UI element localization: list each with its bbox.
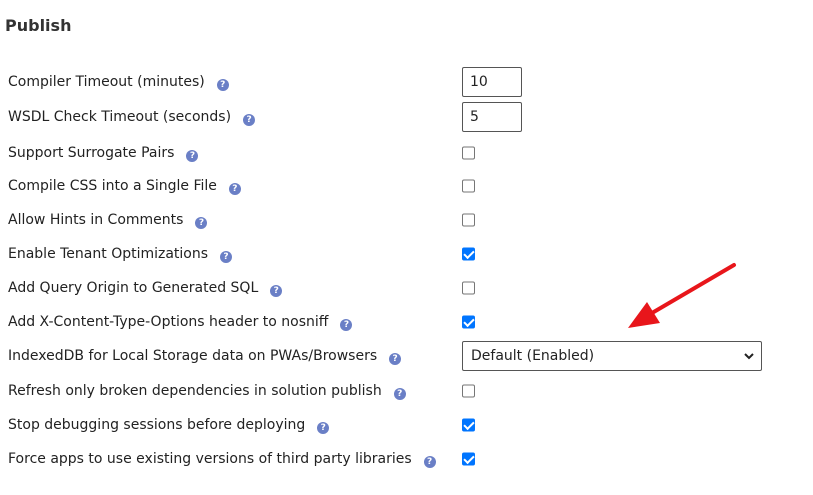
setting-label: Compiler Timeout (minutes) ?	[8, 74, 229, 91]
support-surrogate-pairs-checkbox[interactable]	[462, 146, 475, 160]
setting-label-text: Compiler Timeout (minutes)	[8, 74, 205, 90]
setting-label: Stop debugging sessions before deploying…	[8, 417, 330, 434]
help-icon[interactable]: ?	[423, 456, 436, 468]
help-icon[interactable]: ?	[216, 79, 229, 91]
setting-row-wsdl-check-timeout: WSDL Check Timeout (seconds) ?	[0, 100, 813, 134]
section-title: Publish	[5, 16, 72, 35]
setting-label: Allow Hints in Comments ?	[8, 212, 208, 229]
setting-label-text: Add Query Origin to Generated SQL	[8, 280, 259, 296]
setting-label-text: Add X-Content-Type-Options header to nos…	[8, 314, 329, 330]
help-icon[interactable]: ?	[195, 217, 208, 229]
help-icon[interactable]: ?	[389, 353, 402, 365]
wsdl-check-timeout-input[interactable]	[462, 102, 522, 132]
help-icon[interactable]: ?	[340, 319, 353, 331]
setting-row-tenant-optimizations: Enable Tenant Optimizations ?	[0, 237, 813, 271]
setting-row-indexeddb: IndexedDB for Local Storage data on PWAs…	[0, 339, 813, 373]
help-icon[interactable]: ?	[186, 150, 199, 162]
setting-label: Force apps to use existing versions of t…	[8, 451, 436, 468]
setting-row-allow-hints: Allow Hints in Comments ?	[0, 203, 813, 237]
chevron-down-icon	[744, 353, 754, 360]
setting-label: Compile CSS into a Single File ?	[8, 178, 241, 195]
setting-row-refresh-broken-deps: Refresh only broken dependencies in solu…	[0, 374, 813, 408]
setting-row-x-content-type-options: Add X-Content-Type-Options header to nos…	[0, 305, 813, 339]
help-icon[interactable]: ?	[228, 183, 241, 195]
setting-row-force-existing-versions: Force apps to use existing versions of t…	[0, 442, 813, 476]
setting-label-text: Compile CSS into a Single File	[8, 178, 217, 194]
indexeddb-select-value: Default (Enabled)	[471, 348, 595, 364]
query-origin-checkbox[interactable]	[462, 281, 475, 295]
setting-label: Refresh only broken dependencies in solu…	[8, 383, 406, 400]
compiler-timeout-input[interactable]	[462, 67, 522, 97]
setting-row-compiler-timeout: Compiler Timeout (minutes) ?	[0, 65, 813, 99]
help-icon[interactable]: ?	[243, 114, 256, 126]
setting-row-support-surrogate-pairs: Support Surrogate Pairs ?	[0, 136, 813, 170]
stop-debugging-checkbox[interactable]	[462, 418, 475, 432]
setting-label-text: Stop debugging sessions before deploying	[8, 417, 306, 433]
compile-css-checkbox[interactable]	[462, 179, 475, 193]
setting-label-text: WSDL Check Timeout (seconds)	[8, 109, 232, 125]
setting-row-query-origin: Add Query Origin to Generated SQL ?	[0, 271, 813, 305]
setting-label-text: IndexedDB for Local Storage data on PWAs…	[8, 348, 378, 364]
setting-label: Add Query Origin to Generated SQL ?	[8, 280, 283, 297]
help-icon[interactable]: ?	[393, 388, 406, 400]
setting-label-text: Force apps to use existing versions of t…	[8, 451, 412, 467]
setting-label: Add X-Content-Type-Options header to nos…	[8, 314, 353, 331]
help-icon[interactable]: ?	[317, 422, 330, 434]
setting-row-stop-debugging: Stop debugging sessions before deploying…	[0, 408, 813, 442]
setting-label: IndexedDB for Local Storage data on PWAs…	[8, 348, 402, 365]
refresh-broken-deps-checkbox[interactable]	[462, 384, 475, 398]
setting-label-text: Support Surrogate Pairs	[8, 145, 175, 161]
x-content-type-options-checkbox[interactable]	[462, 315, 475, 329]
setting-label-text: Refresh only broken dependencies in solu…	[8, 383, 382, 399]
setting-label: Support Surrogate Pairs ?	[8, 145, 199, 162]
help-icon[interactable]: ?	[270, 285, 283, 297]
indexeddb-select[interactable]: Default (Enabled)	[462, 341, 762, 371]
setting-label-text: Allow Hints in Comments	[8, 212, 184, 228]
help-icon[interactable]: ?	[220, 251, 233, 263]
setting-label-text: Enable Tenant Optimizations	[8, 246, 209, 262]
tenant-optimizations-checkbox[interactable]	[462, 247, 475, 261]
setting-label: WSDL Check Timeout (seconds) ?	[8, 109, 256, 126]
allow-hints-checkbox[interactable]	[462, 213, 475, 227]
force-existing-versions-checkbox[interactable]	[462, 452, 475, 466]
setting-label: Enable Tenant Optimizations ?	[8, 246, 233, 263]
setting-row-compile-css: Compile CSS into a Single File ?	[0, 169, 813, 203]
